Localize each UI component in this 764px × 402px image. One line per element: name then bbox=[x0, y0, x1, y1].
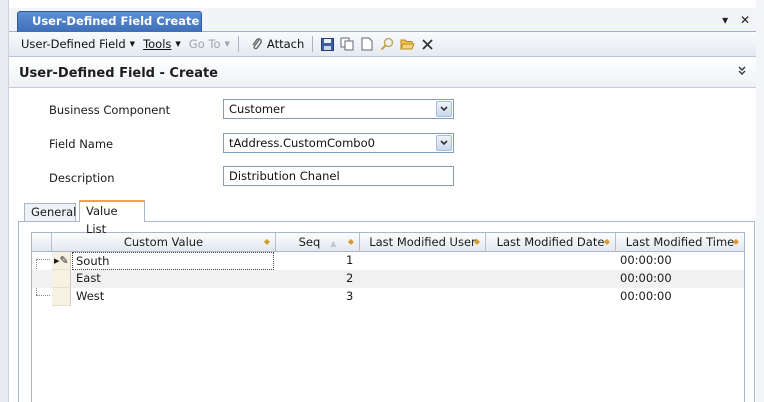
sort-icon: ◆ bbox=[473, 237, 480, 246]
toolbar-separator bbox=[312, 36, 314, 52]
chevron-down-icon[interactable] bbox=[436, 135, 452, 151]
edit-pencil-icon: ▸✎ bbox=[54, 254, 69, 267]
column-header-label: Last Modified Time bbox=[625, 235, 735, 249]
description-value: Distribution Chanel bbox=[229, 169, 340, 183]
column-header-last-modified-date[interactable]: Last Modified Date ◆ bbox=[486, 233, 616, 252]
field-name-label: Field Name bbox=[49, 137, 114, 151]
sort-icon: ◆ bbox=[603, 237, 610, 246]
search-icon[interactable] bbox=[379, 36, 395, 52]
description-input[interactable]: Distribution Chanel bbox=[223, 166, 454, 186]
description-label: Description bbox=[49, 171, 115, 185]
open-folder-icon[interactable] bbox=[399, 36, 415, 52]
time-cell[interactable]: 00:00:00 bbox=[620, 270, 672, 288]
sort-ascending-icon: ▲ bbox=[330, 239, 337, 248]
custom-value-cell[interactable]: East bbox=[76, 270, 101, 288]
attach-button[interactable]: Attach bbox=[243, 34, 308, 54]
tab-controls: ▾ ✕ bbox=[714, 13, 750, 27]
row-selector[interactable]: ▸✎ bbox=[52, 252, 71, 270]
menu-tools-label: Tools bbox=[143, 37, 172, 51]
sort-icon: ◆ bbox=[263, 237, 270, 246]
column-header-label: Last Modified Date bbox=[496, 235, 605, 249]
save-icon[interactable] bbox=[319, 36, 335, 52]
paperclip-icon bbox=[249, 36, 265, 52]
value-list-grid: Custom Value ◆ Seq ▲ ◆ Last Modified User… bbox=[31, 232, 745, 402]
sub-tab-strip: General Value List bbox=[24, 200, 754, 236]
chevron-down-icon: ▼ bbox=[175, 40, 181, 48]
close-icon[interactable]: ✕ bbox=[740, 13, 750, 27]
field-name-value: tAddress.CustomCombo0 bbox=[229, 136, 375, 150]
window-right-edge bbox=[756, 0, 764, 402]
toolbar-separator bbox=[237, 36, 239, 52]
column-header-last-modified-user[interactable]: Last Modified User ◆ bbox=[360, 233, 486, 252]
double-chevron-down-icon[interactable] bbox=[738, 65, 746, 78]
document-tab[interactable]: User-Defined Field Create bbox=[17, 11, 202, 32]
menu-tools[interactable]: Tools ▼ bbox=[139, 34, 185, 54]
sort-icon: ◆ bbox=[347, 237, 354, 246]
table-row[interactable]: East 2 00:00:00 bbox=[32, 270, 744, 288]
seq-cell[interactable]: 3 bbox=[346, 288, 353, 306]
column-header-label: Custom Value bbox=[123, 235, 204, 249]
menu-user-defined-field-label: User-Defined Field bbox=[21, 37, 126, 51]
chevron-down-icon[interactable] bbox=[436, 101, 452, 117]
time-cell[interactable]: 00:00:00 bbox=[620, 288, 672, 306]
business-component-value: Customer bbox=[229, 102, 285, 116]
custom-value-cell[interactable]: West bbox=[76, 288, 104, 306]
window-left-edge bbox=[0, 0, 9, 402]
page-header: User-Defined Field - Create bbox=[9, 58, 756, 88]
time-cell[interactable]: 00:00:00 bbox=[620, 252, 672, 270]
row-selector[interactable] bbox=[52, 270, 71, 288]
tab-general[interactable]: General bbox=[24, 203, 76, 222]
column-header-seq[interactable]: Seq ▲ ◆ bbox=[276, 233, 360, 252]
column-header-label: Last Modified User bbox=[369, 235, 476, 249]
column-header-last-modified-time[interactable]: Last Modified Time ◆ bbox=[616, 233, 744, 252]
document-tab-strip: User-Defined Field Create ▾ ✕ bbox=[9, 8, 756, 32]
chevron-down-icon: ▼ bbox=[129, 40, 136, 48]
business-component-select[interactable]: Customer bbox=[223, 99, 454, 119]
column-header-label: Seq bbox=[298, 235, 321, 249]
table-row[interactable]: ▸✎ South 1 00:00:00 bbox=[32, 252, 744, 270]
attach-label: Attach bbox=[266, 37, 305, 51]
custom-value-cell[interactable]: South bbox=[72, 252, 274, 270]
table-row[interactable]: West 3 00:00:00 bbox=[32, 288, 744, 306]
seq-cell[interactable]: 1 bbox=[346, 252, 353, 270]
toolbar: User-Defined Field ▼ Tools ▼ Go To ▼ Attach bbox=[9, 32, 756, 57]
grid-corner bbox=[32, 233, 52, 252]
sort-icon: ◆ bbox=[732, 237, 739, 246]
delete-icon[interactable] bbox=[419, 36, 435, 52]
copy-icon[interactable] bbox=[339, 36, 355, 52]
page-title: User-Defined Field - Create bbox=[19, 66, 218, 81]
business-component-label: Business Component bbox=[49, 103, 171, 117]
row-selector[interactable] bbox=[52, 288, 71, 306]
menu-go-to-label: Go To bbox=[188, 37, 221, 51]
tab-value-list[interactable]: Value List bbox=[79, 200, 145, 236]
new-document-icon[interactable] bbox=[359, 36, 375, 52]
field-name-select[interactable]: tAddress.CustomCombo0 bbox=[223, 133, 454, 153]
chevron-down-icon[interactable]: ▾ bbox=[722, 13, 728, 27]
grid-header: Custom Value ◆ Seq ▲ ◆ Last Modified User… bbox=[32, 233, 744, 252]
menu-user-defined-field[interactable]: User-Defined Field ▼ bbox=[17, 34, 139, 54]
menu-go-to[interactable]: Go To ▼ bbox=[185, 34, 234, 54]
seq-cell[interactable]: 2 bbox=[346, 270, 353, 288]
chevron-down-icon: ▼ bbox=[224, 40, 230, 48]
